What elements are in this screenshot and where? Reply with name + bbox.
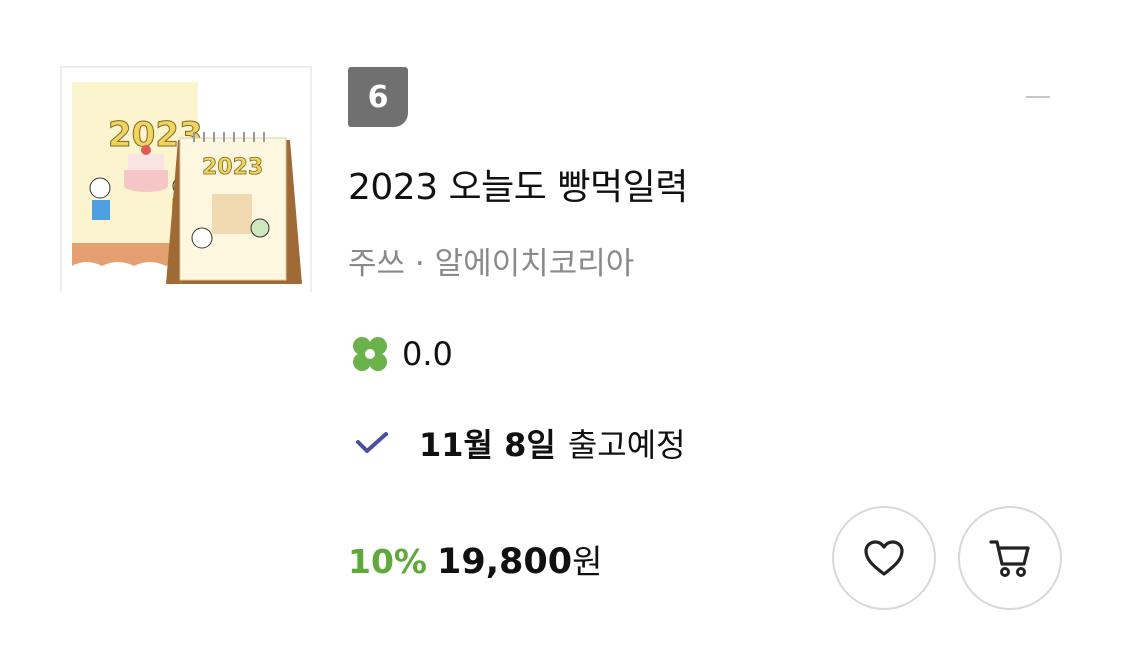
author-name[interactable]: 주쓰 [348, 246, 405, 282]
cover-title-calendar: 2023 [202, 155, 263, 180]
price-unit: 원 [572, 542, 603, 581]
publisher-name[interactable]: 알에이치코리아 [435, 246, 635, 282]
cart-button[interactable] [958, 506, 1062, 610]
cart-icon [989, 540, 1030, 577]
product-thumbnail[interactable]: 2023 2023 [60, 66, 312, 292]
author-publisher: 주쓰 · 알에이치코리아 [348, 238, 634, 283]
meta-separator: · [414, 246, 425, 282]
wishlist-button[interactable] [832, 506, 936, 610]
delivery-status: 출고예정 [567, 426, 686, 464]
price-amount: 19,800 [437, 542, 573, 582]
delivery-date: 11월 8일 [419, 426, 556, 464]
check-icon [356, 432, 388, 453]
rating: 0.0 [350, 334, 453, 374]
minus-icon[interactable] [1026, 96, 1050, 98]
delivery-info: 11월 8일 출고예정 [355, 420, 686, 466]
discount-rate: 10% [348, 542, 427, 581]
rank-badge: 6 [348, 67, 408, 127]
heart-icon [864, 540, 904, 576]
price: 10% 19,800 원 [348, 535, 602, 583]
product-card[interactable]: 2023 2023 6 2023 오늘도 빵먹일력 주쓰 · 알에이치코리아 0… [0, 0, 1125, 659]
product-title[interactable]: 2023 오늘도 빵먹일력 [348, 158, 688, 210]
rating-value: 0.0 [402, 335, 453, 373]
clover-icon [353, 337, 387, 371]
